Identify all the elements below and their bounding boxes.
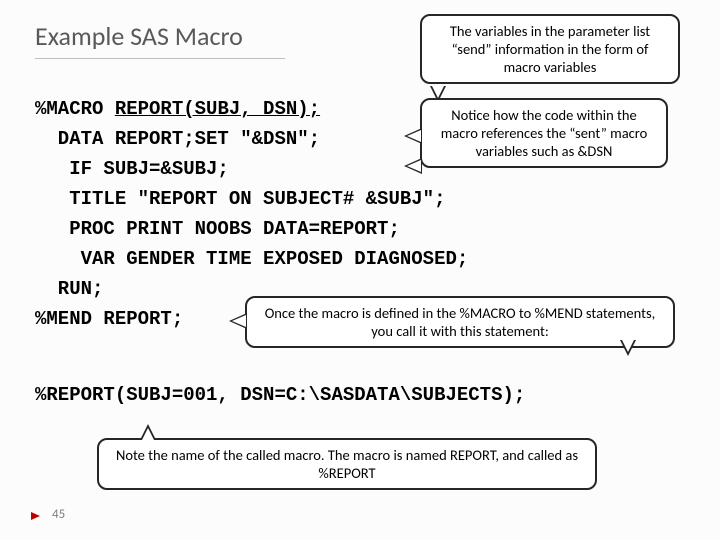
callout-call-pointer-down [620, 340, 636, 356]
callout-call-statement: Once the macro is defined in the %MACRO … [245, 296, 675, 348]
page-number: 45 [52, 507, 65, 522]
callout-references-pointer-2 [404, 158, 422, 174]
callout-macro-name: Note the name of the called macro. The m… [97, 438, 597, 490]
code-line-1: %MACRO REPORT(SUBJ, DSN); [35, 98, 320, 120]
code-line-3: IF SUBJ=&SUBJ; [35, 158, 229, 180]
title-underline [35, 58, 285, 59]
code-line-2: DATA REPORT;SET "&DSN"; [35, 128, 320, 150]
callout-call-pointer-left [229, 313, 247, 329]
callout-references: Notice how the code within the macro ref… [420, 98, 668, 168]
code-line-9: %REPORT(SUBJ=001, DSN=C:\SASDATA\SUBJECT… [35, 384, 525, 406]
code-line-7: RUN; [35, 278, 103, 300]
page-indicator-icon [30, 509, 44, 523]
code-line-6: VAR GENDER TIME EXPOSED DIAGNOSED; [35, 248, 468, 270]
code-line-8: %MEND REPORT; [35, 308, 183, 330]
macro-signature: REPORT(SUBJ, DSN); [115, 98, 320, 120]
callout-references-pointer-1 [404, 128, 422, 144]
slide-title: Example SAS Macro [35, 20, 243, 52]
callout-parameters: The variables in the parameter list “sen… [420, 14, 680, 84]
callout-macro-name-pointer [140, 424, 156, 440]
macro-keyword: %MACRO [35, 98, 115, 120]
code-line-4: TITLE "REPORT ON SUBJECT# &SUBJ"; [35, 188, 445, 210]
code-line-5: PROC PRINT NOOBS DATA=REPORT; [35, 218, 400, 240]
